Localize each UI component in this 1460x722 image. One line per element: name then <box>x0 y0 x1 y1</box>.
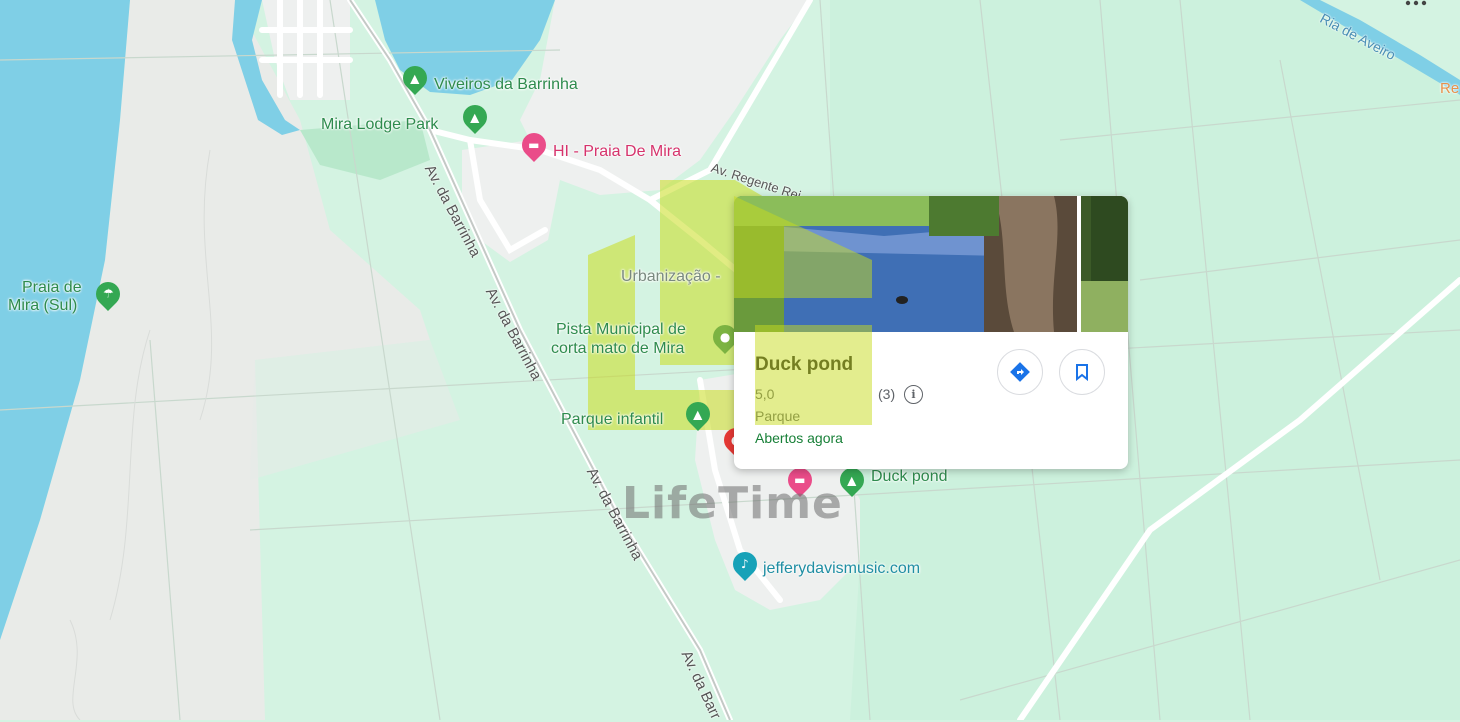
open-status: Abertos agora <box>755 430 843 446</box>
directions-button[interactable] <box>997 349 1043 395</box>
place-rating: 5,0 <box>755 386 775 402</box>
place-label-urbanizacao[interactable]: Urbanização - <box>621 268 721 286</box>
bookmark-icon <box>1076 364 1088 381</box>
save-button[interactable] <box>1059 349 1105 395</box>
bed-icon: ▬ <box>528 138 540 152</box>
place-label-jeffery[interactable]: jefferydavismusic.com <box>763 560 920 578</box>
place-label-pista-1[interactable]: Pista Municipal de <box>556 321 686 339</box>
tree-icon: ▲ <box>410 71 420 86</box>
running-icon: ● <box>719 330 731 345</box>
place-label-praia-sul-2[interactable]: Mira (Sul) <box>8 297 77 315</box>
place-card[interactable]: Duck pond 5,0 (3) i Parque Abertos agora <box>734 196 1128 469</box>
directions-icon <box>1010 362 1030 382</box>
tree-icon: ▲ <box>693 407 703 422</box>
place-category: Parque <box>755 408 801 424</box>
road-label-edge: Re <box>1440 80 1460 97</box>
place-label-praia-sul-1[interactable]: Praia de <box>22 279 82 297</box>
music-note-icon: ♪ <box>741 557 749 572</box>
review-count[interactable]: (3) <box>878 386 895 402</box>
place-label-parque-infantil[interactable]: Parque infantil <box>561 411 663 429</box>
place-label-mira-lodge[interactable]: Mira Lodge Park <box>321 116 438 134</box>
place-label-duck-pond[interactable]: Duck pond <box>871 468 948 486</box>
tent-icon: ▲ <box>470 110 480 125</box>
info-icon[interactable]: i <box>904 385 923 404</box>
place-label-pista-2[interactable]: corta mato de Mira <box>551 340 684 358</box>
place-title: Duck pond <box>755 354 854 375</box>
place-photo-secondary[interactable] <box>1081 196 1128 332</box>
umbrella-icon: ☂ <box>102 287 114 302</box>
tree-icon: ▲ <box>847 473 857 488</box>
apps-grid-icon[interactable] <box>1405 0 1429 8</box>
place-photo-main[interactable] <box>734 196 1077 332</box>
place-label-hi-praia[interactable]: HI - Praia De Mira <box>553 143 681 161</box>
map-canvas[interactable] <box>0 0 1460 720</box>
watermark-text: LifeTime <box>622 478 843 529</box>
place-label-viveiros[interactable]: Viveiros da Barrinha <box>434 76 578 94</box>
